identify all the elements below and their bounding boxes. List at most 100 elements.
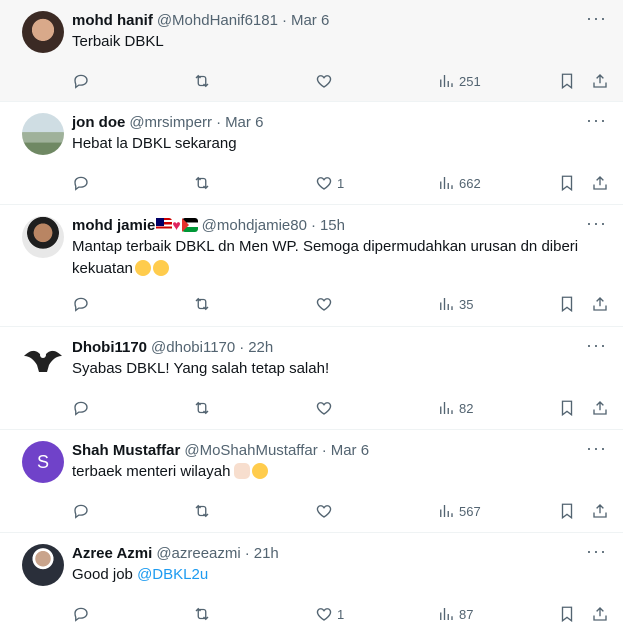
more-options-button[interactable]: ···	[586, 542, 607, 560]
separator-dot: ·	[244, 544, 250, 562]
like-count: 1	[337, 606, 345, 622]
tweet[interactable]: Azree Azmi @azreeazmi · 21h Good job @DB…	[0, 533, 623, 629]
more-options-button[interactable]: ···	[586, 439, 607, 457]
share-button[interactable]	[591, 72, 609, 90]
bookmark-button[interactable]	[558, 605, 576, 623]
bookmark-icon	[561, 73, 573, 90]
bookmark-button[interactable]	[558, 295, 576, 313]
like-count: 1	[337, 175, 345, 191]
tweet-feed: mohd hanif @MohdHanif6181 · Mar 6 Terbai…	[0, 0, 623, 632]
tweet-text: Syabas DBKL! Yang salah tetap salah!	[72, 360, 330, 377]
views-button[interactable]: 82	[437, 399, 473, 417]
reply-icon	[74, 74, 88, 89]
more-options-button[interactable]: ···	[586, 336, 607, 354]
bookmark-icon	[561, 503, 573, 520]
timestamp[interactable]: Mar 6	[331, 442, 369, 459]
timestamp[interactable]: 15h	[320, 217, 345, 234]
avatar[interactable]: S	[22, 441, 64, 483]
views-button[interactable]: 251	[437, 72, 481, 90]
share-button[interactable]	[591, 399, 609, 417]
author-name[interactable]: mohd jamie	[72, 217, 155, 234]
reply-button[interactable]	[72, 399, 90, 417]
more-options-button[interactable]: ···	[586, 214, 607, 232]
mention-link[interactable]: @DBKL2u	[137, 566, 208, 583]
avatar[interactable]	[22, 216, 64, 258]
tweet[interactable]: mohd jamie ♥ @mohdjamie80 · 15h Mantap t…	[0, 205, 623, 327]
like-button[interactable]	[315, 399, 337, 417]
views-icon	[440, 177, 453, 189]
author-name[interactable]: Shah Mustaffar	[72, 442, 180, 459]
like-button[interactable]	[315, 295, 337, 313]
avatar[interactable]	[22, 338, 64, 380]
avatar[interactable]	[22, 11, 64, 53]
like-button[interactable]: 1	[315, 174, 344, 192]
reply-button[interactable]	[72, 72, 90, 90]
tweet-text-block: terbaek menteri wilayah	[72, 461, 607, 483]
views-button[interactable]: 567	[437, 502, 481, 520]
author-name[interactable]: Azree Azmi	[72, 545, 152, 562]
action-bar: 82	[72, 390, 607, 426]
author-name[interactable]: mohd hanif	[72, 12, 153, 29]
reply-icon	[74, 504, 88, 519]
retweet-button[interactable]	[193, 174, 211, 192]
tweet[interactable]: S Shah Mustaffar @MoShahMustaffar · Mar …	[0, 430, 623, 533]
eagle-icon	[24, 350, 62, 372]
author-handle[interactable]: @MoShahMustaffar	[184, 442, 317, 459]
retweet-button[interactable]	[193, 502, 211, 520]
share-button[interactable]	[591, 295, 609, 313]
action-bar: 35	[72, 286, 607, 322]
bookmark-button[interactable]	[558, 72, 576, 90]
author-name[interactable]: Dhobi1170	[72, 339, 147, 356]
timestamp[interactable]: 22h	[248, 339, 273, 356]
share-icon	[593, 74, 607, 88]
retweet-button[interactable]	[193, 295, 211, 313]
retweet-icon	[195, 401, 209, 415]
tweet[interactable]: mohd hanif @MohdHanif6181 · Mar 6 Terbai…	[0, 0, 623, 102]
author-handle[interactable]: @dhobi1170	[151, 339, 235, 356]
bookmark-button[interactable]	[558, 174, 576, 192]
author-name[interactable]: jon doe	[72, 114, 125, 131]
reply-button[interactable]	[72, 605, 90, 623]
share-icon	[593, 401, 607, 415]
timestamp[interactable]: Mar 6	[225, 114, 263, 131]
avatar[interactable]	[22, 544, 64, 586]
more-options-button[interactable]: ···	[586, 111, 607, 129]
like-button[interactable]: 1	[315, 605, 344, 623]
bookmark-icon	[561, 175, 573, 192]
more-options-button[interactable]: ···	[586, 9, 607, 27]
views-icon	[440, 505, 453, 517]
retweet-icon	[195, 607, 209, 621]
retweet-icon	[195, 176, 209, 190]
author-handle[interactable]: @mohdjamie80	[202, 217, 307, 234]
author-handle[interactable]: @mrsimperr	[129, 114, 212, 131]
avatar[interactable]	[22, 113, 64, 155]
tweet[interactable]: Dhobi1170 @dhobi1170 · 22h Syabas DBKL! …	[0, 327, 623, 430]
views-button[interactable]: 87	[437, 605, 473, 623]
reply-button[interactable]	[72, 502, 90, 520]
retweet-button[interactable]	[193, 72, 211, 90]
share-button[interactable]	[591, 174, 609, 192]
views-button[interactable]: 662	[437, 174, 481, 192]
retweet-button[interactable]	[193, 399, 211, 417]
like-button[interactable]	[315, 502, 337, 520]
timestamp[interactable]: Mar 6	[291, 12, 329, 29]
timestamp[interactable]: 21h	[254, 545, 279, 562]
like-icon	[316, 505, 332, 518]
bookmark-icon	[561, 606, 573, 623]
reply-button[interactable]	[72, 295, 90, 313]
retweet-button[interactable]	[193, 605, 211, 623]
tweet[interactable]: jon doe @mrsimperr · Mar 6 Hebat la DBKL…	[0, 102, 623, 205]
views-button[interactable]: 35	[437, 295, 473, 313]
separator-dot: ·	[239, 338, 245, 356]
like-button[interactable]	[315, 72, 337, 90]
reply-button[interactable]	[72, 174, 90, 192]
separator-dot: ·	[216, 113, 222, 131]
action-bar: 1 662	[72, 165, 607, 201]
share-button[interactable]	[591, 605, 609, 623]
bookmark-button[interactable]	[558, 502, 576, 520]
bookmark-button[interactable]	[558, 399, 576, 417]
author-handle[interactable]: @MohdHanif6181	[157, 12, 278, 29]
author-handle[interactable]: @azreeazmi	[156, 545, 240, 562]
flexed-biceps-icon	[134, 260, 151, 276]
share-button[interactable]	[591, 502, 609, 520]
